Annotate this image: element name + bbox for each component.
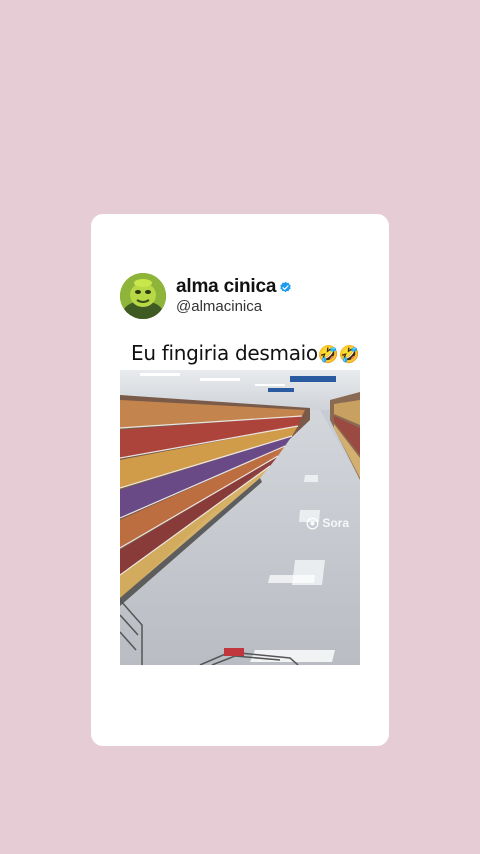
tweet-card: alma cinica @almacinica Eu fingiria desm… [91,214,389,746]
avatar[interactable] [120,273,166,319]
page: { "post": { "author_name": "alma cinica"… [0,0,480,854]
laughing-emoji: 🤣🤣 [317,345,360,365]
tweet-text: Eu fingiria desmaio🤣🤣 [131,341,360,365]
tweet-text-body: Eu fingiria desmaio [131,341,318,365]
sora-watermark: Sora [306,516,349,530]
watermark-label: Sora [322,516,349,530]
author-handle[interactable]: @almacinica [176,298,262,315]
verified-badge-icon [280,281,291,292]
author-name[interactable]: alma cinica [176,276,276,298]
author-row: alma cinica [176,276,292,298]
sora-logo-icon [306,517,319,529]
tweet-video[interactable]: Sora [120,370,360,665]
